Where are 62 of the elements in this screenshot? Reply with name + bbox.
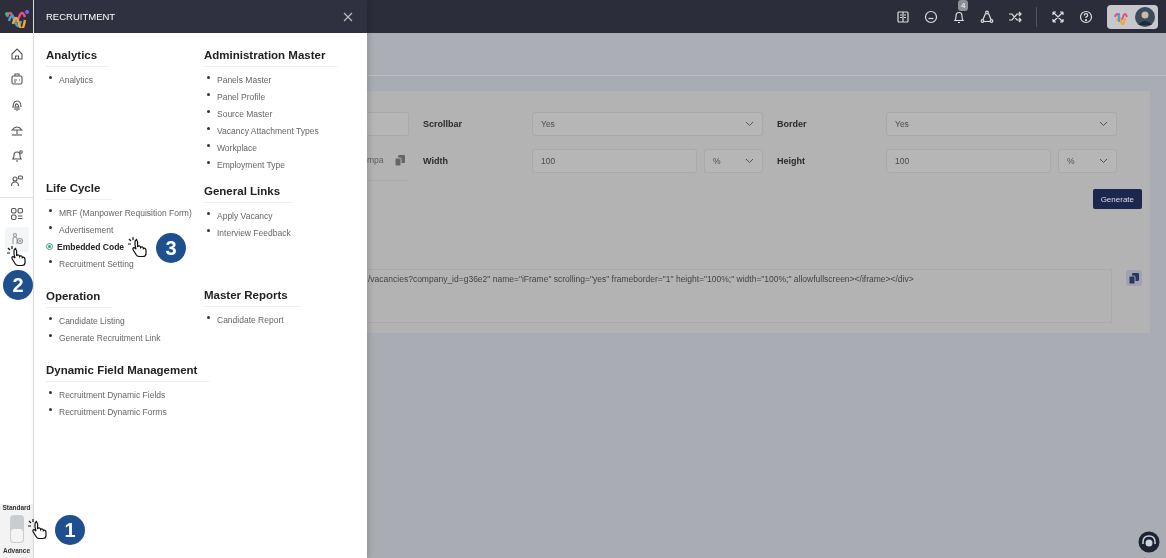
section-heading: Operation <box>46 290 113 308</box>
caret-icon <box>745 157 754 164</box>
menu-link[interactable]: Panel Profile <box>217 91 266 102</box>
menu-link[interactable]: Employment Type <box>217 159 285 170</box>
menu-link[interactable]: Embedded Code <box>57 241 125 252</box>
field-text: mpa <box>367 155 384 165</box>
section-heading: Dynamic Field Management <box>46 364 210 382</box>
section-heading: Administration Master <box>204 49 338 67</box>
width-input[interactable]: 100 <box>532 148 697 173</box>
book-icon[interactable] <box>896 9 910 24</box>
notification-icon[interactable] <box>952 9 966 24</box>
unit-select[interactable]: % <box>1058 148 1117 173</box>
pointer-click-icon <box>6 245 28 267</box>
text-field[interactable] <box>367 111 409 136</box>
pointer-click-icon <box>127 236 149 258</box>
menu-link[interactable]: MRF (Manpower Requisition Form) <box>59 207 192 218</box>
menu-link[interactable]: Recruitment Dynamic Fields <box>59 389 166 400</box>
menu-link[interactable]: Apply Vacancy <box>217 210 273 221</box>
scrollbar-select[interactable]: Yes <box>532 111 763 136</box>
copy-icon[interactable] <box>395 154 405 166</box>
caret-icon <box>745 120 754 127</box>
menu-link[interactable]: Advertisement <box>59 224 114 235</box>
network-icon[interactable] <box>980 9 994 24</box>
support-icon[interactable] <box>1138 531 1160 553</box>
profile-button[interactable] <box>1107 4 1158 29</box>
menu-link[interactable]: Recruitment Setting <box>59 258 134 269</box>
field-label: Height <box>776 155 806 166</box>
menu-link[interactable]: Panels Master <box>217 74 272 85</box>
menu-link[interactable]: Workplace <box>217 142 257 153</box>
section-heading: Life Cycle <box>46 182 113 200</box>
section-heading: Master Reports <box>204 289 300 307</box>
generate-button[interactable]: Generate <box>1092 189 1142 209</box>
menu-link[interactable]: Vacancy Attachment Types <box>217 125 319 136</box>
help-icon[interactable] <box>1079 9 1093 24</box>
menu-link[interactable]: Interview Feedback <box>217 227 291 238</box>
menu-link[interactable]: Analytics <box>59 74 93 85</box>
chat-icon[interactable] <box>924 9 938 24</box>
field-label: Scrollbar <box>422 118 463 129</box>
height-input[interactable]: 100 <box>886 148 1051 173</box>
code-textarea[interactable]: /vacancies?company_id=g36e2" name="iFrame" scrolling="yes" frameborder="1" height="100%;" width="100%;" allowfullscreen></iframe></div> <box>367 269 1112 323</box>
avatar-icon <box>1135 6 1155 27</box>
menu-link[interactable]: Generate Recruitment Link <box>59 332 161 343</box>
close-icon[interactable] <box>343 11 353 22</box>
copy-button[interactable] <box>1126 270 1142 286</box>
field-label: Border <box>776 118 808 129</box>
section-heading: General Links <box>204 185 293 203</box>
menu-link[interactable]: Source Master <box>217 108 273 119</box>
border-select[interactable]: Yes <box>886 111 1117 136</box>
unit-select[interactable]: % <box>704 148 763 173</box>
field-label: Width <box>422 155 449 166</box>
menu-link[interactable]: Recruitment Dynamic Forms <box>59 406 167 417</box>
menu-link[interactable]: Candidate Listing <box>59 315 125 326</box>
fullscreen-icon[interactable] <box>1051 9 1065 24</box>
section-heading: Analytics <box>46 49 110 67</box>
caret-icon <box>1099 157 1108 164</box>
notification-count: 4 <box>958 0 969 11</box>
recruit-icon[interactable] <box>4 226 29 252</box>
menu-title: RECRUITMENT <box>46 11 116 22</box>
mode-toggle-switch[interactable] <box>9 515 24 543</box>
caret-icon <box>1099 120 1108 127</box>
shuffle-icon[interactable] <box>1008 9 1022 24</box>
menu-link[interactable]: Candidate Report <box>217 314 284 325</box>
